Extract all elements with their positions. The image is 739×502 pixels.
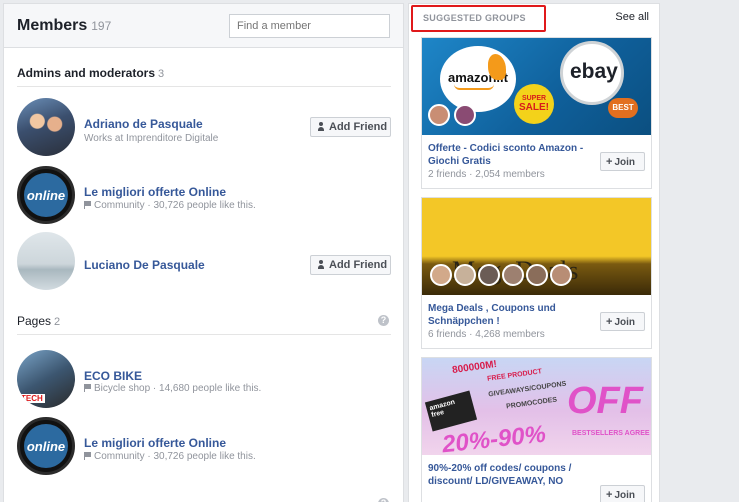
- svg-text:online: online: [27, 439, 65, 454]
- group-card[interactable]: amazon.it ebay SUPER SALE! BEST Offerte …: [421, 37, 652, 189]
- avatar[interactable]: online: [17, 417, 75, 475]
- person-add-icon: [318, 260, 326, 269]
- friend-avatar: [454, 264, 476, 286]
- plus-icon: +: [606, 156, 613, 168]
- suggested-groups-title: SUGGESTED GROUPS: [423, 13, 526, 23]
- help-icon[interactable]: ?: [378, 315, 389, 326]
- pages-heading: Pages 2: [17, 314, 61, 328]
- flag-icon: [84, 452, 91, 460]
- add-friend-button[interactable]: Add Friend: [310, 255, 391, 275]
- person-add-icon: [318, 122, 326, 131]
- member-name[interactable]: Le migliori offerte Online: [84, 185, 226, 199]
- member-row: online Le migliori offerte Online Commun…: [17, 166, 391, 226]
- best-badge: BEST: [608, 98, 638, 118]
- page-subtitle: Bicycle shop · 14,680 people like this.: [84, 383, 261, 394]
- group-name[interactable]: Mega Deals , Coupons und Schnäppchen !: [428, 302, 598, 328]
- members-count: 197: [91, 19, 112, 33]
- flag-icon: [84, 384, 91, 392]
- friend-avatar: [428, 104, 450, 126]
- friend-avatar: [454, 104, 476, 126]
- member-name[interactable]: Luciano De Pasquale: [84, 258, 205, 272]
- page-name[interactable]: ECO BIKE: [84, 369, 142, 383]
- page-row: TECH ECO BIKE Bicycle shop · 14,680 peop…: [17, 350, 391, 410]
- page-name[interactable]: Le migliori offerte Online: [84, 436, 226, 450]
- group-cover-image[interactable]: 800000M! FREE PRODUCT GIVEAWAYS/COUPONS …: [422, 358, 651, 455]
- members-panel: Members197 Admins and moderators3 Adrian…: [3, 3, 404, 502]
- group-stats: 2 friends · 2,054 members: [428, 169, 545, 180]
- super-sale-burst: SUPER SALE!: [514, 84, 554, 124]
- group-stats: 6 friends · 4,268 members: [428, 329, 545, 340]
- join-button[interactable]: + Join: [600, 152, 645, 171]
- suggested-groups-panel: SUGGESTED GROUPS See all amazon.it ebay …: [408, 3, 660, 502]
- divider: [17, 334, 391, 335]
- member-subtitle: Works at Imprenditore Digitale: [84, 133, 219, 144]
- add-friend-button[interactable]: Add Friend: [310, 117, 391, 137]
- admins-heading: Admins and moderators 3: [17, 66, 165, 80]
- group-name[interactable]: Offerte - Codici sconto Amazon - Giochi …: [428, 142, 598, 168]
- amazon-free-box: amazon free: [424, 390, 478, 432]
- group-name[interactable]: 90%-20% off codes/ coupons / discount/ L…: [428, 462, 598, 488]
- online-logo-icon: online: [24, 424, 68, 468]
- avatar[interactable]: [17, 98, 75, 156]
- plus-icon: +: [606, 489, 613, 501]
- divider: [17, 86, 391, 87]
- help-icon[interactable]: ?: [378, 498, 389, 502]
- members-title: Members 197: [17, 17, 112, 34]
- group-card[interactable]: 800000M! FREE PRODUCT GIVEAWAYS/COUPONS …: [421, 357, 652, 502]
- member-search-input[interactable]: [229, 14, 390, 38]
- page-subtitle: Community · 30,726 people like this.: [84, 451, 256, 462]
- plus-icon: +: [606, 316, 613, 328]
- avatar[interactable]: [17, 232, 75, 290]
- group-card[interactable]: MegaDeals Mega Deals , Coupons und Schnä…: [421, 197, 652, 349]
- member-row: Adriano de Pasquale Works at Imprenditor…: [17, 98, 391, 158]
- ebay-badge: ebay: [560, 41, 624, 105]
- amazon-badge: amazon.it: [440, 46, 516, 112]
- friend-avatar: [550, 264, 572, 286]
- group-cover-image[interactable]: amazon.it ebay SUPER SALE! BEST: [422, 38, 651, 135]
- friend-avatar: [526, 264, 548, 286]
- friend-avatar: [430, 264, 452, 286]
- members-header: Members 197: [4, 4, 403, 48]
- join-button[interactable]: + Join: [600, 485, 645, 502]
- avatar-label: TECH: [19, 394, 45, 403]
- online-logo-icon: online: [24, 173, 68, 217]
- member-name[interactable]: Adriano de Pasquale: [84, 117, 203, 131]
- friend-avatar: [478, 264, 500, 286]
- svg-text:online: online: [27, 188, 65, 203]
- friend-avatar: [502, 264, 524, 286]
- member-row: Luciano De Pasquale Add Friend: [17, 232, 391, 292]
- avatar[interactable]: TECH: [17, 350, 75, 408]
- page-row: online Le migliori offerte Online Commun…: [17, 417, 391, 477]
- flag-icon: [84, 201, 91, 209]
- member-subtitle: Community · 30,726 people like this.: [84, 200, 256, 211]
- group-cover-image[interactable]: MegaDeals: [422, 198, 651, 295]
- see-all-link[interactable]: See all: [615, 11, 649, 23]
- avatar[interactable]: online: [17, 166, 75, 224]
- join-button[interactable]: + Join: [600, 312, 645, 331]
